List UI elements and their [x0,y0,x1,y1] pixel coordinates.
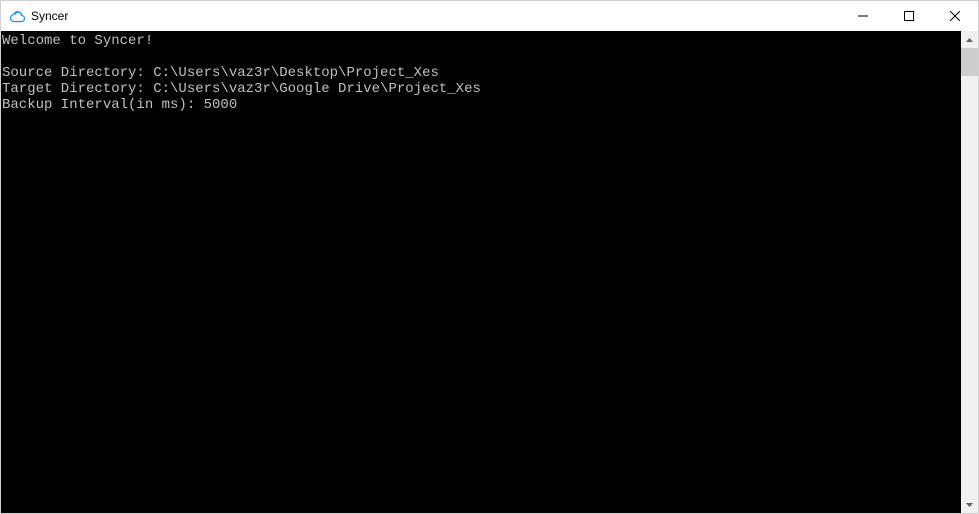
scroll-thumb[interactable] [961,48,978,76]
close-button[interactable] [932,1,978,31]
client-area: Welcome to Syncer! Source Directory: C:\U… [1,31,978,513]
window-titlebar: Syncer [1,1,978,31]
maximize-button[interactable] [886,1,932,31]
minimize-button[interactable] [840,1,886,31]
console-line: Target Directory: C:\Users\vaz3r\Google … [2,81,961,97]
console-line: Source Directory: C:\Users\vaz3r\Desktop… [2,65,961,81]
app-cloud-icon [9,8,25,24]
console-line [2,49,961,65]
window-controls [840,1,978,31]
window-title: Syncer [31,9,68,23]
scroll-down-arrow-icon[interactable] [961,496,978,513]
vertical-scrollbar[interactable] [961,31,978,513]
console-output: Welcome to Syncer! Source Directory: C:\U… [1,31,961,513]
console-line: Welcome to Syncer! [2,33,961,49]
console-line: Backup Interval(in ms): 5000 [2,97,961,113]
titlebar-left: Syncer [1,8,68,24]
scroll-up-arrow-icon[interactable] [961,31,978,48]
